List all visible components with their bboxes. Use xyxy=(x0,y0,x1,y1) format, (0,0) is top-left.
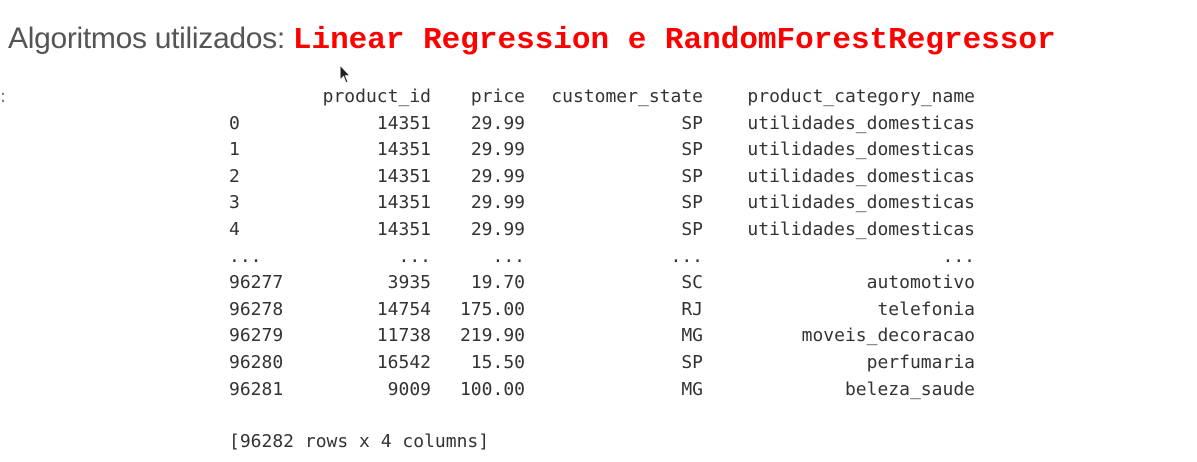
cell-customer-state: SP xyxy=(681,218,703,240)
cell-product-category-name: perfumaria xyxy=(866,351,975,373)
column-header-index xyxy=(229,84,301,111)
cell-product-category-name: utilidades_domesticas xyxy=(747,218,975,240)
dataframe-table: product_id price customer_state product_… xyxy=(229,84,975,403)
cell-product-category-name: utilidades_domesticas xyxy=(747,112,975,134)
cell-index: 2 xyxy=(229,165,240,187)
cell-product-id: 14351 xyxy=(376,139,431,161)
table-row: 96280 16542 15.50 SP perfumaria xyxy=(229,350,975,377)
table-row: 96279 11738 219.90 MG moveis_decoracao xyxy=(229,323,975,350)
dataframe-summary: [96282 rows x 4 columns] xyxy=(229,431,490,453)
column-header-customer-state: customer_state xyxy=(551,86,703,107)
column-header-price: price xyxy=(470,86,525,107)
cell-product-id: 9009 xyxy=(387,378,431,400)
cell-index: 96278 xyxy=(229,298,284,320)
table-row: 4 14351 29.99 SP utilidades_domesticas xyxy=(229,217,975,244)
cell-index: 96277 xyxy=(229,272,284,294)
algorithms-label: Linear Regression e RandomForestRegresso… xyxy=(292,23,1056,58)
dataframe-header-row: product_id price customer_state product_… xyxy=(229,84,975,111)
cell-customer-state: MG xyxy=(681,378,703,400)
cell-product-id: 14351 xyxy=(376,112,431,134)
cell-product-category-name: automotivo xyxy=(866,272,975,294)
table-row: 1 14351 29.99 SP utilidades_domesticas xyxy=(229,137,975,164)
dataframe-body: 0 14351 29.99 SP utilidades_domesticas 1 14351… xyxy=(229,111,975,404)
cell-price: 100.00 xyxy=(459,378,525,400)
cell-product-id: 14754 xyxy=(376,298,431,320)
cell-product-id: 14351 xyxy=(376,192,431,214)
cell-price: 175.00 xyxy=(459,298,525,320)
dataframe-output: product_id price customer_state product_… xyxy=(229,84,975,455)
cell-customer-state: RJ xyxy=(681,298,703,320)
table-row: 96278 14754 175.00 RJ telefonia xyxy=(229,297,975,324)
table-row: 96281 9009 100.00 MG beleza_saude xyxy=(229,377,975,404)
cell-customer-state: SP xyxy=(681,112,703,134)
cell-price: 19.70 xyxy=(470,272,525,294)
cell-customer-state: SP xyxy=(681,139,703,161)
cell-index: 3 xyxy=(229,192,240,214)
cell-product-category-name: telefonia xyxy=(877,298,975,320)
table-row: 96277 3935 19.70 SC automotivo xyxy=(229,270,975,297)
left-marker: : xyxy=(0,86,7,107)
cell-product-id: 3935 xyxy=(387,272,431,294)
cell-product-id: 11738 xyxy=(376,325,431,347)
cell-product-category-name: moveis_decoracao xyxy=(801,325,975,347)
table-row: 3 14351 29.99 SP utilidades_domesticas xyxy=(229,190,975,217)
cell-customer-state: SP xyxy=(681,165,703,187)
cell-index: 96279 xyxy=(229,325,284,347)
heading-label: Algoritmos utilizados: xyxy=(8,22,285,55)
cell-price: 29.99 xyxy=(470,192,525,214)
cell-price: 29.99 xyxy=(470,139,525,161)
cell-customer-state: SP xyxy=(681,192,703,214)
cell-customer-state: ... xyxy=(670,245,703,267)
cell-index: 1 xyxy=(229,139,240,161)
cell-customer-state: MG xyxy=(681,325,703,347)
cell-product-id: 16542 xyxy=(376,351,431,373)
cell-price: 29.99 xyxy=(470,165,525,187)
cell-index: 4 xyxy=(229,218,240,240)
cell-customer-state: SC xyxy=(681,272,703,294)
cell-product-id: 14351 xyxy=(376,165,431,187)
column-header-product-category-name: product_category_name xyxy=(747,86,975,107)
cell-price: 15.50 xyxy=(470,351,525,373)
cell-price: 29.99 xyxy=(470,218,525,240)
cell-product-category-name: beleza_saude xyxy=(844,378,975,400)
table-row: 2 14351 29.99 SP utilidades_domesticas xyxy=(229,164,975,191)
cell-customer-state: SP xyxy=(681,351,703,373)
cell-product-category-name: utilidades_domesticas xyxy=(747,192,975,214)
cell-product-id: 14351 xyxy=(376,218,431,240)
cell-index: 96281 xyxy=(229,378,284,400)
cell-product-category-name: utilidades_domesticas xyxy=(747,139,975,161)
cell-product-id: ... xyxy=(398,245,431,267)
cell-index: 0 xyxy=(229,112,240,134)
cell-index: ... xyxy=(229,245,262,267)
cell-price: 219.90 xyxy=(459,325,525,347)
cell-index: 96280 xyxy=(229,351,284,373)
table-row: ............... xyxy=(229,244,975,271)
table-row: 0 14351 29.99 SP utilidades_domesticas xyxy=(229,111,975,138)
slide-heading: Algoritmos utilizados: Linear Regression … xyxy=(8,19,1056,64)
cell-price: ... xyxy=(492,245,525,267)
mouse-pointer-icon xyxy=(339,64,352,84)
cell-price: 29.99 xyxy=(470,112,525,134)
cell-product-category-name: ... xyxy=(942,245,975,267)
column-header-product-id: product_id xyxy=(322,86,431,107)
cell-product-category-name: utilidades_domesticas xyxy=(747,165,975,187)
